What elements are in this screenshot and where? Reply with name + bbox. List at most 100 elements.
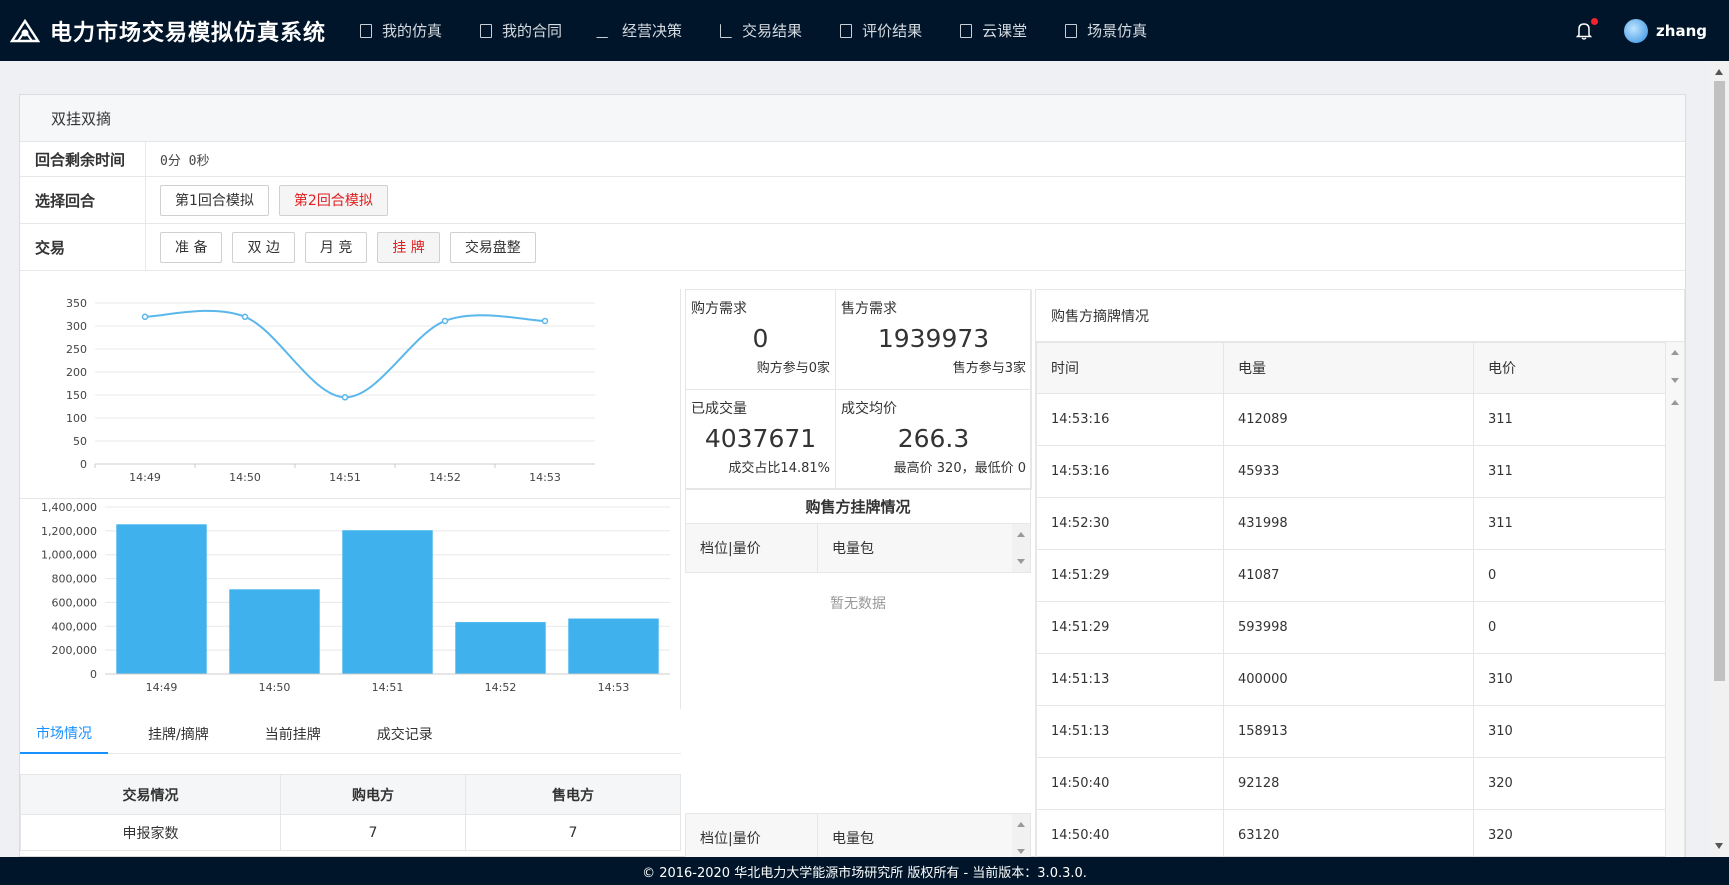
round-row: 选择回合 第1回合模拟 第2回合模拟 <box>20 177 1685 224</box>
nav-label: 经营决策 <box>622 22 683 40</box>
column-header: 电量 <box>1223 342 1474 394</box>
top-nav: 电力市场交易模拟仿真系统 我的仿真 我的合同 经营决策 交易结果 评价结果 云课… <box>0 0 1729 61</box>
scrollbar[interactable] <box>1012 814 1030 862</box>
prepare-button[interactable]: 准 备 <box>160 231 223 263</box>
x-tick-label: 14:50 <box>259 681 291 694</box>
nav-item-my-simulation[interactable]: 我的仿真 <box>360 20 442 41</box>
table-cell: 14:53:16 <box>1036 445 1224 498</box>
main-panel: 双挂双摘 回合剩余时间 0分 0秒 选择回合 第1回合模拟 第2回合模拟 交易 … <box>19 94 1686 863</box>
column-header: 电价 <box>1473 342 1666 394</box>
nav-label: 云课堂 <box>982 22 1028 40</box>
avg-price-card: 成交均价 266.3 最高价 320，最低价 0 <box>836 390 1032 490</box>
avatar <box>1624 18 1649 43</box>
scroll-up-icon[interactable] <box>1715 69 1723 75</box>
table-cell: 14:51:29 <box>1036 549 1224 602</box>
nav-item-cloud-class[interactable]: 云课堂 <box>960 20 1027 41</box>
listing-button[interactable]: 挂 牌 <box>377 231 440 263</box>
document-icon <box>840 23 853 38</box>
table-cell: 14:51:13 <box>1036 653 1224 706</box>
nav-item-my-contract[interactable]: 我的合同 <box>480 20 562 41</box>
scroll-down-icon[interactable] <box>1715 843 1723 849</box>
table-cell: 310 <box>1473 653 1666 706</box>
y-tick-label: 1,200,000 <box>41 525 97 538</box>
user-menu[interactable]: zhang <box>1624 18 1707 43</box>
round-2-button[interactable]: 第2回合模拟 <box>278 184 388 216</box>
nav-right: zhang <box>1575 0 1707 61</box>
table-cell: 158913 <box>1223 705 1474 758</box>
table-scrollbar[interactable] <box>1666 342 1684 858</box>
table-cell: 311 <box>1473 393 1666 446</box>
table-cell: 593998 <box>1223 601 1474 654</box>
y-tick-label: 400,000 <box>52 620 98 633</box>
stat-sub: 最高价 320，最低价 0 <box>893 461 1026 476</box>
table-cell: 310 <box>1473 705 1666 758</box>
table-cell: 311 <box>1473 445 1666 498</box>
tab-deal-records[interactable]: 成交记录 <box>361 714 449 754</box>
x-tick-label: 14:53 <box>529 471 561 484</box>
stat-sub: 购方参与0家 <box>756 361 830 376</box>
column-header: 时间 <box>1036 342 1224 394</box>
nav-item-scenario[interactable]: 场景仿真 <box>1065 20 1147 41</box>
bar <box>342 530 433 674</box>
time-label: 回合剩余时间 <box>20 142 146 176</box>
listing-title: 购售方挂牌情况 <box>685 489 1031 523</box>
line-chart-icon <box>720 23 733 38</box>
table-row: 14:51:13 158913 310 <box>1036 705 1666 758</box>
round-1-button[interactable]: 第1回合模拟 <box>160 184 269 216</box>
table-header-row: 时间 电量 电价 <box>1036 342 1666 394</box>
bilateral-button[interactable]: 双 边 <box>232 231 295 263</box>
buy-demand-card: 购方需求 0 购方参与0家 <box>686 290 836 390</box>
monthly-bid-button[interactable]: 月 竞 <box>304 231 368 263</box>
nav-item-evaluation[interactable]: 评价结果 <box>840 20 922 41</box>
document-icon <box>1065 23 1078 38</box>
y-tick-label: 800,000 <box>52 573 98 586</box>
stat-value: 266.3 <box>897 424 970 453</box>
x-tick-label: 14:52 <box>429 471 461 484</box>
brand[interactable]: 电力市场交易模拟仿真系统 <box>0 15 360 47</box>
table-row: 14:51:13 400000 310 <box>1036 653 1666 706</box>
scrollbar[interactable] <box>1012 524 1030 572</box>
nav-item-trade-result[interactable]: 交易结果 <box>720 20 802 41</box>
price-line-chart: 0 50 100 150 200 250 300 350 14:49 14:50 14:51 14:5… <box>20 289 681 499</box>
y-tick-label: 150 <box>66 389 87 402</box>
x-tick-label: 14:49 <box>146 681 178 694</box>
consolidation-button[interactable]: 交易盘整 <box>449 231 536 263</box>
bar <box>455 622 546 674</box>
y-tick-label: 250 <box>66 343 87 356</box>
table-row: 申报家数 7 7 <box>20 814 681 851</box>
stat-value: 1939973 <box>877 324 990 353</box>
tab-listing[interactable]: 挂牌/摘牌 <box>132 714 225 754</box>
nav-label: 我的仿真 <box>382 22 443 40</box>
app-title: 电力市场交易模拟仿真系统 <box>50 20 327 46</box>
list-icon <box>480 23 493 38</box>
tab-current-listing[interactable]: 当前挂牌 <box>249 714 337 754</box>
empty-state: 暂无数据 <box>830 596 886 612</box>
nav-item-decision[interactable]: 经营决策 <box>595 20 683 41</box>
page-scrollbar[interactable] <box>1710 61 1729 857</box>
table-row: 14:52:30 431998 311 <box>1036 497 1666 550</box>
stat-title: 已成交量 <box>691 401 747 417</box>
stat-sub: 成交占比14.81% <box>728 461 830 476</box>
nav-label: 交易结果 <box>742 22 803 40</box>
document-icon <box>360 23 372 38</box>
username: zhang <box>1656 21 1707 40</box>
panel-title: 双挂双摘 <box>20 95 1685 142</box>
column-header: 售电方 <box>465 774 681 815</box>
stat-value: 4037671 <box>704 424 817 453</box>
table-cell: 41087 <box>1223 549 1474 602</box>
table-cell: 14:51:13 <box>1036 705 1224 758</box>
y-tick-label: 350 <box>66 297 87 310</box>
series-line <box>144 309 546 399</box>
bell-icon[interactable] <box>1575 17 1599 40</box>
data-point <box>341 394 349 401</box>
bar <box>229 589 320 674</box>
table-cell: 400000 <box>1223 653 1474 706</box>
table-row: 14:51:29 593998 0 <box>1036 601 1666 654</box>
listing-table-header: 档位|量价 电量包 <box>685 523 1031 573</box>
scroll-thumb[interactable] <box>1714 81 1725 681</box>
column-header: 电量包 <box>832 541 874 557</box>
delisting-title: 购售方摘牌情况 <box>1036 290 1684 342</box>
table-cell: 0 <box>1473 601 1666 654</box>
tab-market[interactable]: 市场情况 <box>20 714 108 754</box>
table-cell: 0 <box>1473 549 1666 602</box>
